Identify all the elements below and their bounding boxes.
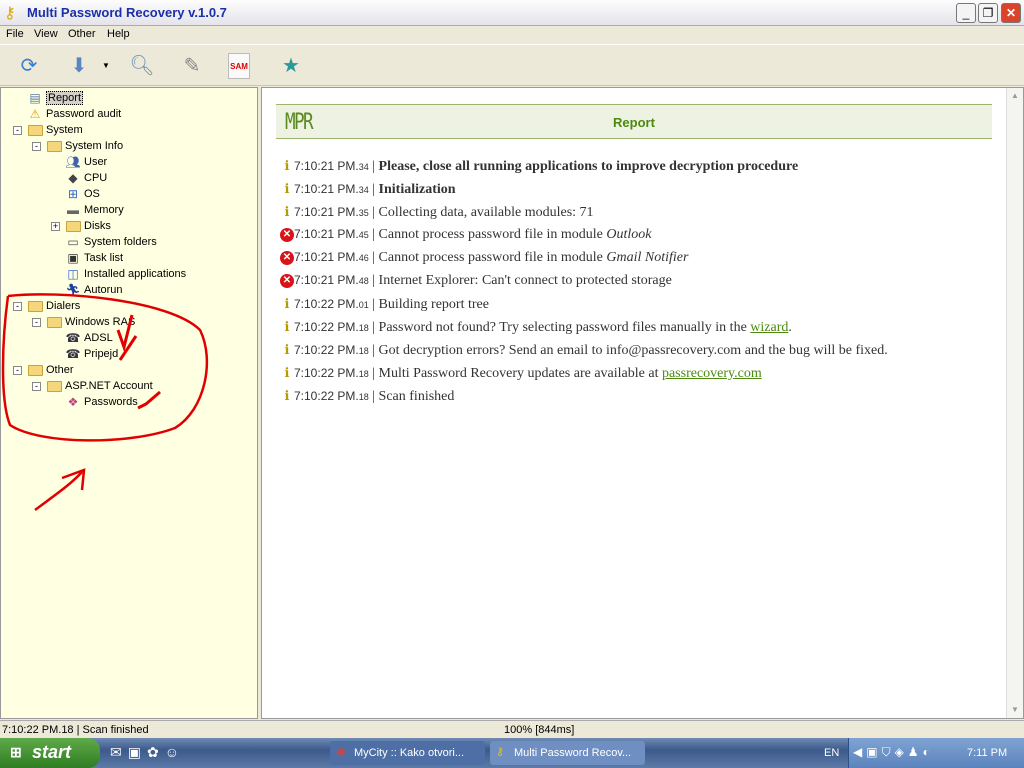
report-title: Report (613, 115, 655, 130)
timestamp: 7:10:21 PM.34 (294, 182, 369, 196)
status-message: 7:10:22 PM.18 | Scan finished (2, 724, 149, 736)
punctuation: . (788, 320, 792, 335)
timestamp: 7:10:21 PM.45 (294, 227, 369, 241)
report-line: ✕ 7:10:21 PM.46 | Cannot process password… (280, 250, 688, 270)
taskbar-item-mpr[interactable]: ⚷ Multi Password Recov... (490, 741, 645, 765)
message: Internet Explorer: Can't connect to prot… (378, 273, 672, 288)
timestamp: 7:10:21 PM.48 (294, 273, 369, 287)
system-tray: ◀▣⛉◈♟◐ 7:11 PM (848, 738, 1024, 768)
report-line: ℹ 7:10:22 PM.18 | Multi Password Recovery… (280, 365, 762, 385)
message: Got decryption errors? Send an email to … (378, 343, 888, 358)
timestamp: 7:10:22 PM.18 (294, 366, 369, 380)
report-line: ✕ 7:10:21 PM.45 | Cannot process password… (280, 227, 652, 247)
module-name: Outlook (606, 227, 652, 242)
error-icon: ✕ (280, 228, 294, 242)
windows-logo-icon: ⊞ (10, 744, 22, 760)
info-icon: ℹ (284, 388, 290, 403)
report-line: ℹ 7:10:21 PM.34 | Please, close all runni… (280, 158, 799, 178)
taskbar: ⊞ start ✉▣✿☺ ◉ MyCity :: Kako otvori... ⚷ M… (0, 738, 1024, 768)
quick-launch-icons[interactable]: ✉▣✿☺ (110, 744, 185, 761)
message: Cannot process password file in module (378, 227, 607, 242)
task-label: MyCity :: Kako otvori... (354, 747, 465, 759)
scroll-down-icon[interactable]: ▼ (1007, 702, 1023, 718)
info-icon: ℹ (284, 365, 290, 380)
report-line: ℹ 7:10:22 PM.18 | Password not found? Try… (280, 319, 792, 339)
report-panel: MPR Report ℹ 7:10:21 PM.34 | Please, clos… (261, 87, 1024, 719)
start-label: start (32, 742, 72, 762)
info-icon: ℹ (284, 181, 290, 196)
report-line: ✕ 7:10:21 PM.48 | Internet Explorer: Can'… (280, 273, 672, 293)
scroll-up-icon[interactable]: ▲ (1007, 88, 1023, 104)
report-link[interactable]: passrecovery.com (662, 366, 762, 381)
timestamp: 7:10:21 PM.34 (294, 159, 369, 173)
error-icon: ✕ (280, 274, 294, 288)
timestamp: 7:10:22 PM.01 (294, 297, 369, 311)
info-icon: ℹ (284, 319, 290, 334)
minimize-button[interactable]: _ (956, 3, 976, 23)
error-icon: ✕ (280, 251, 294, 265)
message: Collecting data, available modules: 71 (378, 205, 594, 220)
clock: 7:11 PM (967, 747, 1008, 759)
report-link[interactable]: wizard (750, 320, 788, 335)
info-icon: ℹ (284, 342, 290, 357)
status-bar: 7:10:22 PM.18 | Scan finished 100% [844m… (0, 720, 1024, 738)
message: Cannot process password file in module (378, 250, 607, 265)
timestamp: 7:10:22 PM.18 (294, 389, 369, 403)
key-icon: ⚷ (496, 746, 505, 758)
tray-icons[interactable]: ◀▣⛉◈♟◐ (853, 745, 934, 760)
report-line: ℹ 7:10:22 PM.18 | Got decryption errors? … (280, 342, 888, 362)
report-header: MPR Report (276, 104, 992, 139)
report-line: ℹ 7:10:22 PM.18 | Scan finished (280, 388, 455, 408)
info-icon: ℹ (284, 296, 290, 311)
maximize-button[interactable]: ❐ (978, 3, 998, 23)
close-button[interactable]: ✕ (1001, 3, 1021, 23)
message: Building report tree (378, 297, 489, 312)
module-name: Gmail Notifier (606, 250, 689, 265)
message: Please, close all running applications t… (378, 159, 799, 174)
timestamp: 7:10:22 PM.18 (294, 343, 369, 357)
report-line: ℹ 7:10:21 PM.35 | Collecting data, availa… (280, 204, 594, 224)
report-line: ℹ 7:10:21 PM.34 | Initialization (280, 181, 456, 201)
report-line: ℹ 7:10:22 PM.01 | Building report tree (280, 296, 489, 316)
status-progress: 100% [844ms] (504, 724, 575, 736)
timestamp: 7:10:21 PM.46 (294, 250, 369, 264)
start-button[interactable]: ⊞ start (0, 738, 100, 768)
star-icon[interactable]: ★ (278, 53, 304, 79)
browser-icon: ◉ (336, 746, 346, 758)
language-indicator[interactable]: EN (824, 747, 839, 759)
red-annotation-drawing (1, 293, 209, 512)
message: Password not found? Try selecting passwo… (378, 320, 751, 335)
message: Scan finished (378, 389, 455, 404)
message: Multi Password Recovery updates are avai… (378, 366, 662, 381)
task-label: Multi Password Recov... (514, 747, 632, 759)
message: Initialization (378, 182, 456, 197)
taskbar-item-mycity[interactable]: ◉ MyCity :: Kako otvori... (330, 741, 485, 765)
timestamp: 7:10:22 PM.18 (294, 320, 369, 334)
vertical-scrollbar[interactable]: ▲ ▼ (1006, 88, 1023, 718)
timestamp: 7:10:21 PM.35 (294, 205, 369, 219)
info-icon: ℹ (284, 204, 290, 219)
info-icon: ℹ (284, 158, 290, 173)
